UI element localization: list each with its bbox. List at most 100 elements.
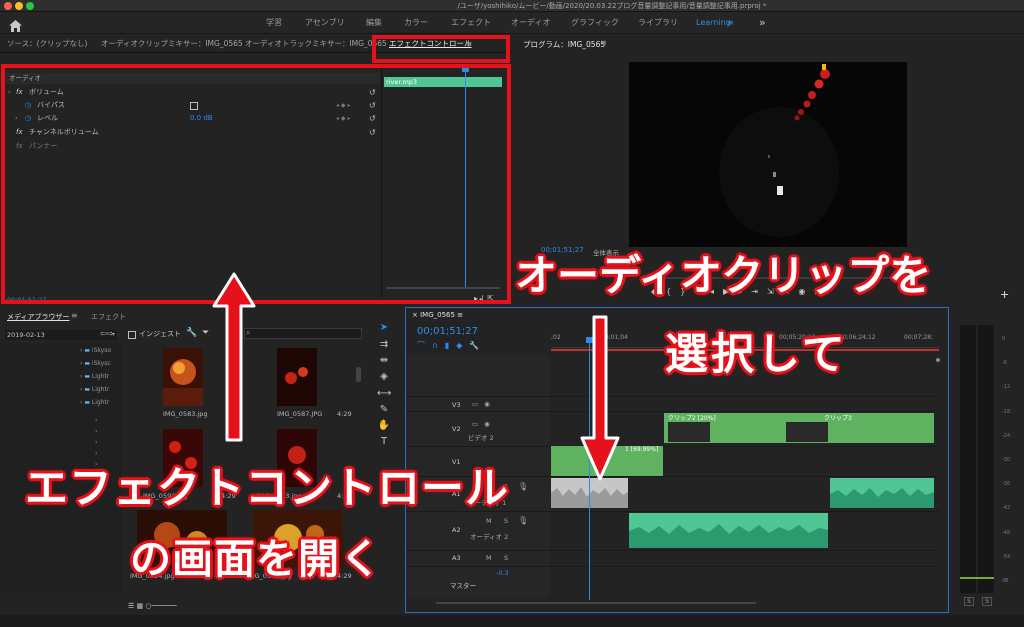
add-button-icon[interactable]: +	[1000, 288, 1009, 301]
annotation-arrow-down	[580, 315, 620, 481]
pen-tool-icon[interactable]: ✎	[377, 403, 391, 417]
program-video-frame[interactable]	[629, 62, 907, 247]
timeline-timecode[interactable]: 00;01;51;27	[417, 326, 478, 337]
workspace-libraries[interactable]: ライブラリ	[638, 12, 678, 34]
filter-icon[interactable]: ⏷	[202, 328, 209, 338]
tab-media-browser[interactable]: メディアブラウザー	[7, 312, 70, 322]
track-a2-label[interactable]: A2	[452, 526, 461, 534]
status-bar	[0, 615, 1024, 627]
home-icon[interactable]	[9, 17, 22, 32]
workspace-effects[interactable]: エフェクト	[451, 12, 491, 34]
program-title[interactable]: プログラム：IMG_0565	[523, 39, 605, 50]
ruler-label: ;02	[551, 334, 561, 341]
highlight-effect-tab	[372, 35, 510, 63]
workspace-edit[interactable]: 編集	[366, 12, 382, 34]
audio-meter-panel: 0 -6 -12 -18 -24 -30 -36 -42 -48 -54 dB S S	[950, 307, 1024, 613]
track-v3-controls[interactable]: ▭◉	[472, 400, 496, 408]
folder-row-2[interactable]: › ▬ iSkysc	[80, 360, 111, 367]
annotation-audio-clip-text: オーディオクリップを	[515, 251, 932, 300]
meter-right	[978, 325, 994, 593]
vertical-scroll-handle[interactable]	[936, 358, 940, 362]
track-a3-mute[interactable]: M	[486, 554, 492, 562]
type-tool-icon[interactable]: T	[377, 435, 391, 449]
clip-a1-right[interactable]	[830, 478, 934, 508]
track-a2-name: オーディオ 2	[470, 533, 509, 541]
folder-row-1[interactable]: › ▬ iSkyso	[80, 347, 111, 354]
master-value[interactable]: -0.3	[496, 569, 509, 577]
program-menu-icon[interactable]: ≡	[600, 38, 607, 47]
tab-audio-track-mixer[interactable]: オーディオトラックミキサー：IMG_0565	[245, 35, 387, 53]
track-divider	[406, 566, 940, 567]
thumbnail-1[interactable]	[163, 348, 203, 406]
wrench-icon[interactable]: 🔧	[186, 328, 197, 338]
workspace-graphics[interactable]: グラフィック	[571, 12, 619, 34]
view-toggle-icons[interactable]: ☰ ▦ ○──────	[128, 602, 177, 610]
mic-icon[interactable]: 🎙	[518, 516, 528, 525]
slip-tool-icon[interactable]: ⟷	[377, 387, 391, 401]
timeline-horizontal-scrollbar[interactable]	[436, 602, 756, 604]
track-a3-solo[interactable]: S	[504, 554, 508, 562]
meter-scale: 0 -6 -12 -18 -24 -30 -36 -42 -48 -54 dB	[1002, 336, 1011, 585]
track-a2-mute[interactable]: M	[486, 517, 492, 525]
media-scrollbar[interactable]	[356, 367, 361, 382]
meter-left	[960, 325, 976, 593]
folder-row-3[interactable]: › ▬ Lightr	[80, 373, 109, 380]
workspace-assembly[interactable]: アセンブリ	[305, 12, 345, 34]
workspace-menu-icon[interactable]: ≡	[727, 12, 734, 34]
solo-right-button[interactable]: S	[982, 597, 992, 606]
clip-v2b-label: クリップ3	[824, 415, 852, 422]
media-search-input[interactable]: ⌕	[244, 328, 362, 339]
workspace-color[interactable]: カラー	[404, 12, 428, 34]
workspace-audio[interactable]: オーディオ	[511, 12, 550, 34]
close-window-button[interactable]	[4, 2, 12, 10]
razor-tool-icon[interactable]: ◈	[377, 370, 391, 384]
thumbnail-2[interactable]	[277, 348, 317, 406]
thumbnail-2-duration: 4:29	[337, 410, 352, 418]
timeline-tab[interactable]: × IMG_0565 ≡	[412, 311, 463, 319]
ingest-checkbox[interactable]	[128, 331, 136, 339]
folder-row-5[interactable]: › ▬ Lightr	[80, 399, 109, 406]
ripple-edit-tool-icon[interactable]: ⇹	[377, 354, 391, 368]
clip-v2-label: クリップ2 [20%]	[668, 415, 716, 422]
track-v3-label[interactable]: V3	[452, 401, 461, 409]
track-v2-controls[interactable]: ▭◉	[472, 420, 496, 428]
track-divider	[406, 446, 940, 447]
clip-thumbnail	[786, 422, 828, 442]
media-browser-menu-icon[interactable]: ≡	[71, 311, 78, 320]
annotation-arrow-up	[212, 272, 256, 442]
clip-thumbnail	[668, 422, 710, 442]
zoom-window-button[interactable]	[26, 2, 34, 10]
highlight-effect-panel	[1, 64, 511, 304]
selection-tool-icon[interactable]: ➤	[377, 321, 391, 335]
ruler-label: 00;07;28;	[904, 334, 933, 341]
folder-row-4[interactable]: › ▬ Lightr	[80, 386, 109, 393]
clip-a2[interactable]	[629, 513, 828, 548]
tab-effects[interactable]: エフェクト	[91, 312, 126, 322]
track-select-tool-icon[interactable]: ⇉	[377, 338, 391, 352]
timeline-toolbar-icons[interactable]: ⌒∩▮◆🔧	[417, 340, 486, 351]
track-divider	[406, 396, 940, 397]
nav-arrows-icon[interactable]: ⇦⇨	[100, 329, 113, 338]
workspace-learning[interactable]: Learning	[696, 12, 731, 34]
annotation-open-screen-text: の画面を開く	[130, 535, 382, 583]
annotation-effect-control-text: エフェクトコントロール	[25, 464, 509, 514]
clip-v2[interactable]: クリップ2 [20%] クリップ3	[664, 413, 934, 443]
hand-tool-icon[interactable]: ✋	[377, 419, 391, 433]
date-value: 2019-02-13	[7, 331, 45, 339]
track-v2-name: ビデオ 2	[468, 434, 494, 442]
track-master-label[interactable]: マスター	[450, 580, 476, 590]
window-title: /ユーザ/yoshihiko/ムービー/動画/2020/20.03.22ブログ音…	[457, 2, 767, 10]
mic-icon[interactable]: 🎙	[518, 482, 528, 491]
more-workspaces-icon[interactable]: »	[759, 12, 766, 34]
workspace-learn[interactable]: 学習	[266, 12, 282, 34]
track-a3-label[interactable]: A3	[452, 554, 461, 562]
solo-left-button[interactable]: S	[964, 597, 974, 606]
tab-source[interactable]: ソース：(クリップなし)	[7, 35, 87, 53]
track-divider	[406, 411, 940, 412]
clip-v1-label: 1 [69.99%]	[625, 446, 659, 453]
annotation-select-text: 選択して	[665, 330, 848, 380]
track-v2-label[interactable]: V2	[452, 425, 461, 433]
minimize-window-button[interactable]	[15, 2, 23, 10]
track-a2-solo[interactable]: S	[504, 517, 508, 525]
tab-audio-clip-mixer[interactable]: オーディオクリップミキサー：IMG_0565	[101, 35, 243, 53]
